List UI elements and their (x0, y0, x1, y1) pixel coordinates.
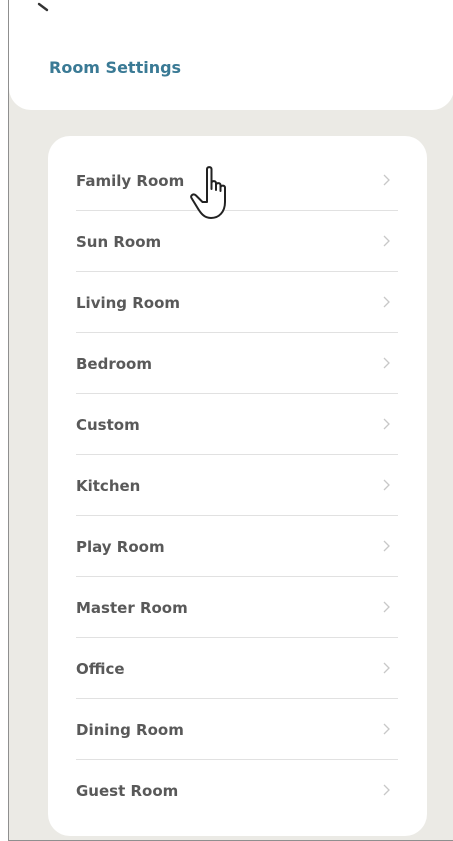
room-item-label: Custom (76, 416, 140, 434)
room-list-card: Family Room Sun Room Living Room Bedroom… (48, 136, 427, 836)
room-item-living-room[interactable]: Living Room (76, 272, 398, 333)
room-item-label: Master Room (76, 599, 188, 617)
room-item-custom[interactable]: Custom (76, 394, 398, 455)
chevron-right-icon (383, 418, 390, 430)
room-item-label: Living Room (76, 294, 181, 312)
room-item-label: Bedroom (76, 355, 152, 373)
room-item-dining-room[interactable]: Dining Room (76, 699, 398, 760)
chevron-right-icon (383, 296, 390, 308)
page-title: Room Settings (49, 58, 182, 77)
room-item-label: Office (76, 660, 125, 678)
room-list: Family Room Sun Room Living Room Bedroom… (76, 150, 398, 821)
room-item-office[interactable]: Office (76, 638, 398, 699)
room-item-label: Dining Room (76, 721, 184, 739)
chevron-right-icon (383, 784, 390, 796)
room-item-label: Play Room (76, 538, 165, 556)
room-item-bedroom[interactable]: Bedroom (76, 333, 398, 394)
chevron-right-icon (383, 479, 390, 491)
chevron-right-icon (383, 357, 390, 369)
chevron-right-icon (383, 235, 390, 247)
room-item-master-room[interactable]: Master Room (76, 577, 398, 638)
room-item-guest-room[interactable]: Guest Room (76, 760, 398, 821)
room-item-play-room[interactable]: Play Room (76, 516, 398, 577)
room-item-label: Guest Room (76, 782, 179, 800)
chevron-right-icon (383, 662, 390, 674)
header: Room Settings (9, 0, 453, 110)
app-screen: Room Settings Family Room Sun Room Livin… (8, 0, 453, 841)
room-item-label: Kitchen (76, 477, 141, 495)
chevron-right-icon (383, 723, 390, 735)
room-item-kitchen[interactable]: Kitchen (76, 455, 398, 516)
back-arrow-icon[interactable] (37, 0, 53, 14)
hand-pointer-icon (190, 166, 226, 219)
room-item-label: Sun Room (76, 233, 162, 251)
chevron-right-icon (383, 540, 390, 552)
chevron-right-icon (383, 174, 390, 186)
chevron-right-icon (383, 601, 390, 613)
room-item-label: Family Room (76, 172, 185, 190)
